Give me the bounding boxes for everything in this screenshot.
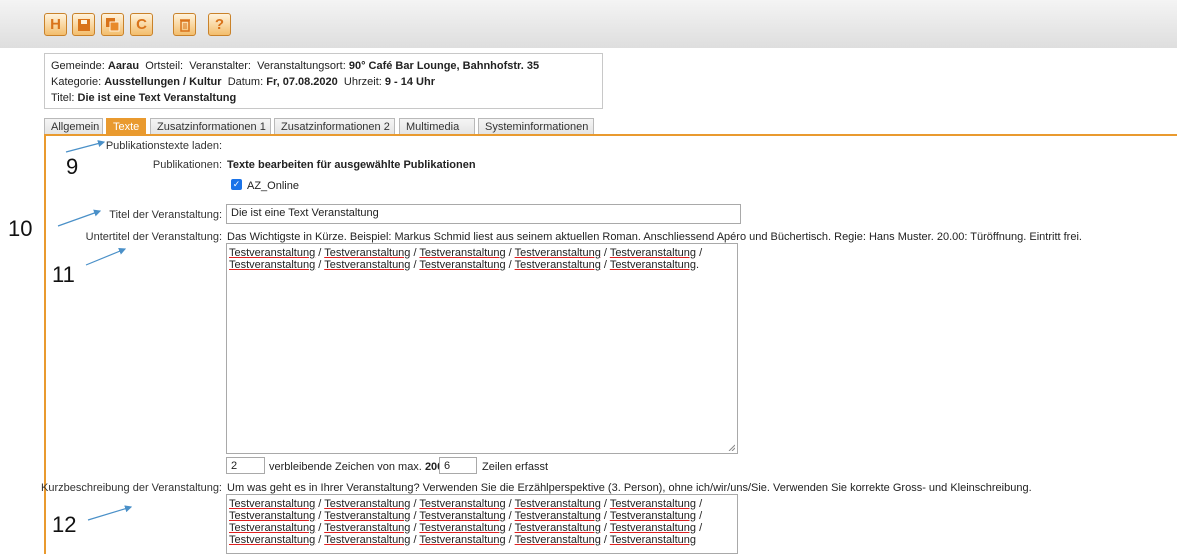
callout-11: 11 bbox=[52, 262, 75, 287]
callout-12: 12 bbox=[52, 512, 77, 537]
callout-arrows bbox=[57, 140, 133, 521]
callout-9: 9 bbox=[66, 154, 79, 179]
arrow-9 bbox=[65, 140, 106, 153]
callout-10: 10 bbox=[8, 216, 33, 241]
arrow-12 bbox=[87, 505, 133, 521]
arrow-10 bbox=[57, 209, 102, 227]
arrow-11 bbox=[85, 247, 127, 266]
